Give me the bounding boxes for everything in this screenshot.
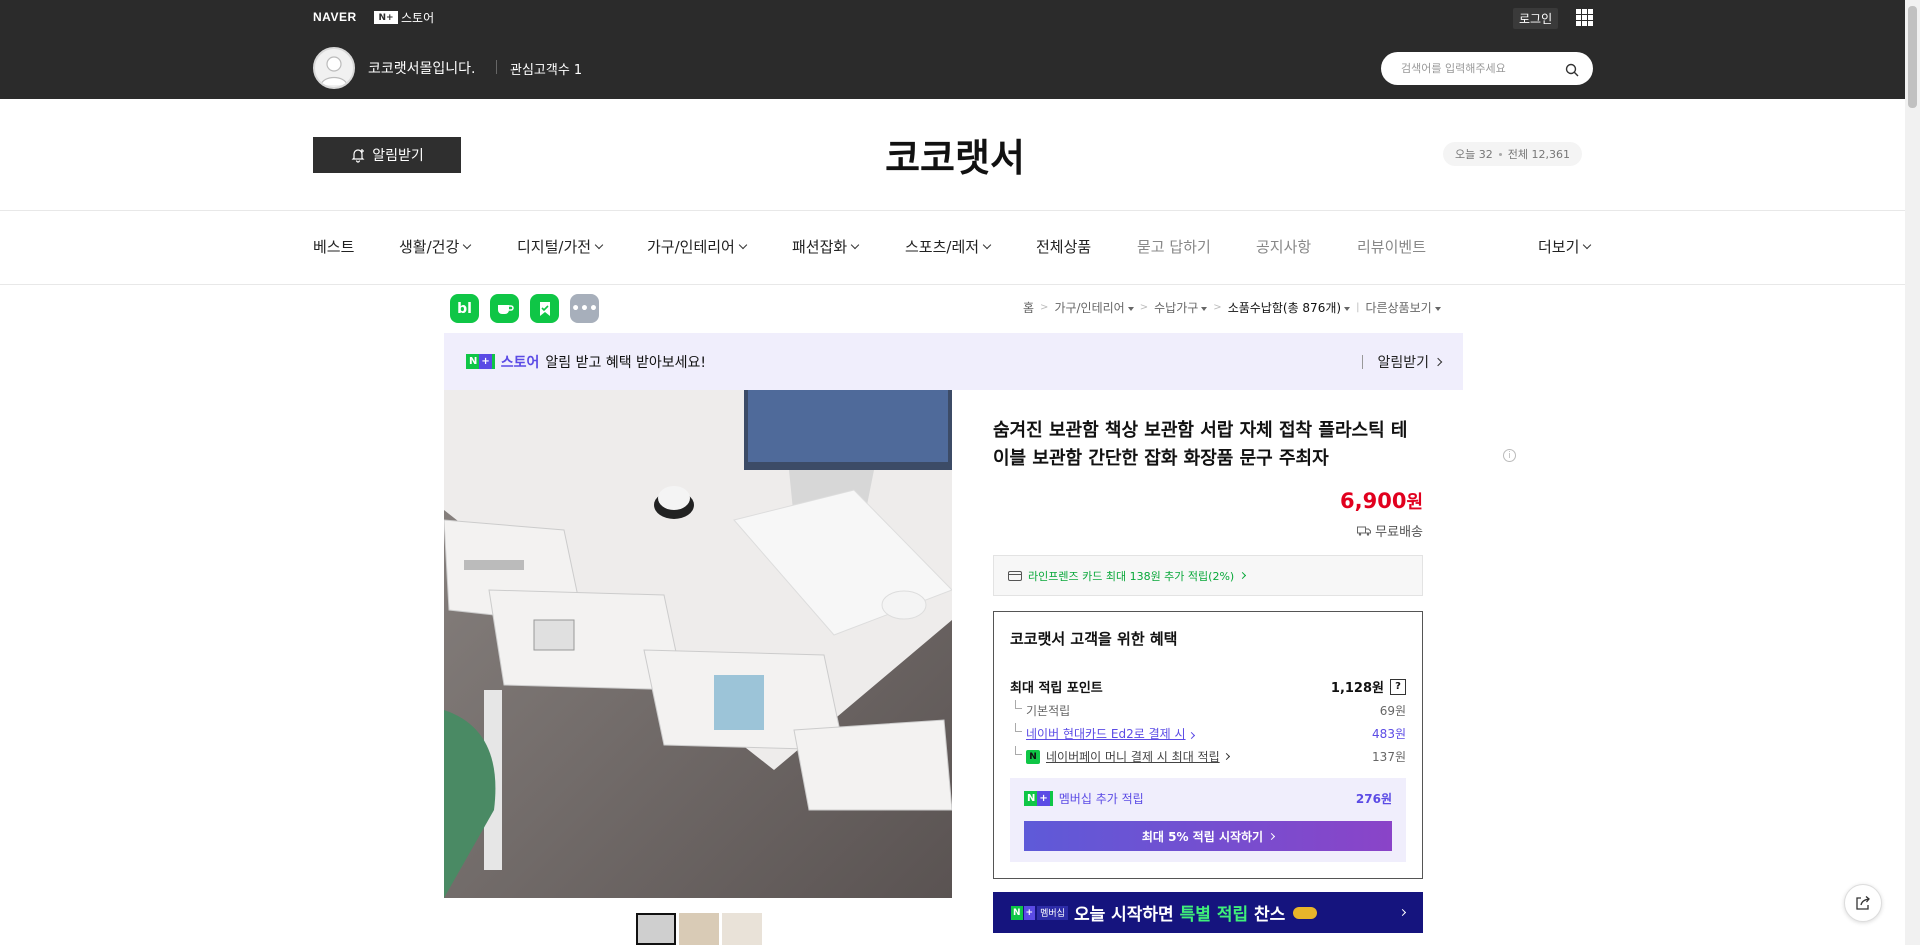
shipping-info: 무료배송 <box>1357 521 1423 540</box>
search-input[interactable] <box>1401 62 1565 75</box>
chevron-right-icon <box>1222 752 1230 761</box>
store-label: 스토어 <box>401 11 435 25</box>
card-promo[interactable]: 라인프렌즈 카드 최대 138원 추가 적립(2%) <box>993 555 1423 596</box>
shop-name[interactable]: 코코랫서몰입니다. <box>368 58 476 78</box>
breadcrumb-storage[interactable]: 수납가구 <box>1154 299 1208 316</box>
grid-icon[interactable] <box>1576 9 1593 26</box>
store-title[interactable]: 코코랫서 <box>850 127 1060 182</box>
search-icon[interactable] <box>1565 62 1579 76</box>
product-title: 숨겨진 보관함 책상 보관함 서랍 자체 접착 플라스틱 테이블 보관함 간단한… <box>993 420 1408 469</box>
coin-icon <box>1293 906 1318 919</box>
thumbnail[interactable] <box>679 913 719 945</box>
naver-logo[interactable]: NAVER <box>313 10 357 24</box>
nav-item-qna[interactable]: 묻고 답하기 <box>1137 236 1211 257</box>
max-point-row: 최대 적립 포인트 1,128원 ? <box>1010 677 1406 696</box>
hyundai-card-row: 네이버 현대카드 Ed2로 결제 시 483원 <box>1010 723 1406 742</box>
nav-more[interactable]: 더보기 <box>1538 236 1592 257</box>
membership-banner-text: 오늘 시작하면 특별 적립 찬스 <box>1073 905 1286 925</box>
benefit-title: 코코랫서 고객을 위한 혜택 <box>1010 630 1178 648</box>
promo-alarm-link[interactable]: 알림받기 <box>1362 352 1443 372</box>
base-point-row: 기본적립 69원 <box>1010 700 1406 719</box>
avatar[interactable] <box>313 47 355 89</box>
divider <box>0 210 1905 211</box>
bookmark-icon[interactable] <box>530 294 559 323</box>
breadcrumb-furniture[interactable]: 가구/인테리어 <box>1054 299 1134 316</box>
help-icon[interactable]: ? <box>1390 678 1406 695</box>
breadcrumb-home[interactable]: 홈 <box>1023 299 1034 316</box>
nplus-store-logo[interactable]: N+ 스토어 <box>374 9 434 26</box>
chevron-down-icon <box>738 240 748 249</box>
share-button[interactable] <box>1844 884 1882 922</box>
interest-count: 관심고객수 1 i <box>510 59 1516 462</box>
breadcrumb-other-products[interactable]: 다른상품보기 <box>1365 299 1441 316</box>
visit-counter: 오늘 32 전체 12,361 <box>1443 142 1582 166</box>
share-icon <box>1856 896 1870 910</box>
nav-item-fashion[interactable]: 패션잡화 <box>792 236 860 257</box>
promo-message: 알림 받고 혜택 받아보세요! <box>545 354 707 371</box>
nav-item-review-event[interactable]: 리뷰이벤트 <box>1357 236 1426 257</box>
share-icons: bl ••• <box>450 294 599 323</box>
membership-tag: N + 멤버십 <box>1011 905 1068 920</box>
nplus-badge: N+ <box>374 11 398 24</box>
chevron-right-icon <box>1268 832 1276 840</box>
membership-banner[interactable]: N + 멤버십 오늘 시작하면 특별 적립 찬스 <box>993 892 1423 933</box>
credit-card-icon <box>1008 570 1022 581</box>
membership-label: 멤버십 추가 적립 <box>1058 792 1144 806</box>
chevron-right-icon <box>1398 908 1407 917</box>
visit-total: 전체 12,361 <box>1507 148 1570 161</box>
bell-plus-icon <box>351 149 365 163</box>
store-alarm-banner: N + 스토어 알림 받고 혜택 받아보세요! 알림받기 <box>444 333 1463 390</box>
cafe-icon[interactable] <box>490 294 519 323</box>
nplus-store-logo: N + 스토어 <box>466 352 539 372</box>
breadcrumb-small-storage[interactable]: 소품수납함(총 876개) <box>1228 299 1351 316</box>
visit-today: 오늘 32 <box>1455 148 1493 161</box>
login-button[interactable]: 로그인 <box>1513 8 1559 29</box>
chevron-down-icon <box>594 240 604 249</box>
nav-item-sports[interactable]: 스포츠/레저 <box>905 236 992 257</box>
chevron-down-icon <box>463 240 472 249</box>
nav-item-all-products[interactable]: 전체상품 <box>1036 236 1091 257</box>
info-icon[interactable]: i <box>1503 449 1516 462</box>
npay-row: N 네이버페이 머니 결제 시 최대 적립 137원 <box>1010 746 1406 765</box>
chevron-right-icon <box>1433 357 1443 366</box>
membership-start-button[interactable]: 최대 5% 적립 시작하기 <box>1024 821 1392 851</box>
thumbnail[interactable] <box>636 913 676 945</box>
alarm-button[interactable]: 알림받기 <box>313 137 461 173</box>
scrollbar[interactable] <box>1905 0 1920 945</box>
divider <box>496 60 497 74</box>
top-bar: NAVER N+ 스토어 로그인 코코랫서몰입니다. 관심고객수 1 i <box>0 0 1920 462</box>
thumbnail[interactable] <box>722 913 762 945</box>
blog-icon[interactable]: bl <box>450 294 479 323</box>
npay-icon: N <box>1026 749 1040 764</box>
interest-label: 관심고객수 1 <box>510 63 583 78</box>
membership-box: N + 멤버십 추가 적립 276원 최대 5% 적립 시작하기 <box>1010 778 1406 862</box>
nav-item-furniture[interactable]: 가구/인테리어 <box>647 236 748 257</box>
nav-item-notice[interactable]: 공지사항 <box>1256 236 1311 257</box>
scrollbar-thumb[interactable] <box>1908 6 1917 108</box>
alarm-label: 알림받기 <box>372 148 424 164</box>
membership-value: 276원 <box>1355 792 1392 806</box>
nav-item-digital[interactable]: 디지털/가전 <box>517 236 604 257</box>
chevron-right-icon <box>1188 731 1196 740</box>
hyundai-card-link[interactable]: 네이버 현대카드 Ed2로 결제 시 <box>1026 727 1186 741</box>
chevron-down-icon <box>982 240 992 249</box>
npay-link[interactable]: 네이버페이 머니 결제 시 최대 적립 <box>1046 748 1220 765</box>
divider <box>0 284 1905 285</box>
chevron-down-icon <box>1583 240 1592 249</box>
breadcrumb: 홈 > 가구/인테리어 > 수납가구 > 소품수납함(총 876개) | 다른상… <box>1023 299 1441 316</box>
nav-item-living[interactable]: 생활/건강 <box>399 236 472 257</box>
thumbnail-list <box>636 913 762 945</box>
product-image[interactable] <box>444 390 952 898</box>
product-price: 6,900원 <box>1340 489 1423 513</box>
chevron-down-icon <box>850 240 860 249</box>
chevron-right-icon <box>1239 571 1247 580</box>
more-icon[interactable]: ••• <box>570 294 599 323</box>
truck-icon <box>1357 526 1372 536</box>
search-box[interactable] <box>1381 52 1593 85</box>
nav-item-best[interactable]: 베스트 <box>313 236 354 257</box>
benefit-box: 코코랫서 고객을 위한 혜택 최대 적립 포인트 1,128원 ? 기본적립 6… <box>993 611 1423 879</box>
